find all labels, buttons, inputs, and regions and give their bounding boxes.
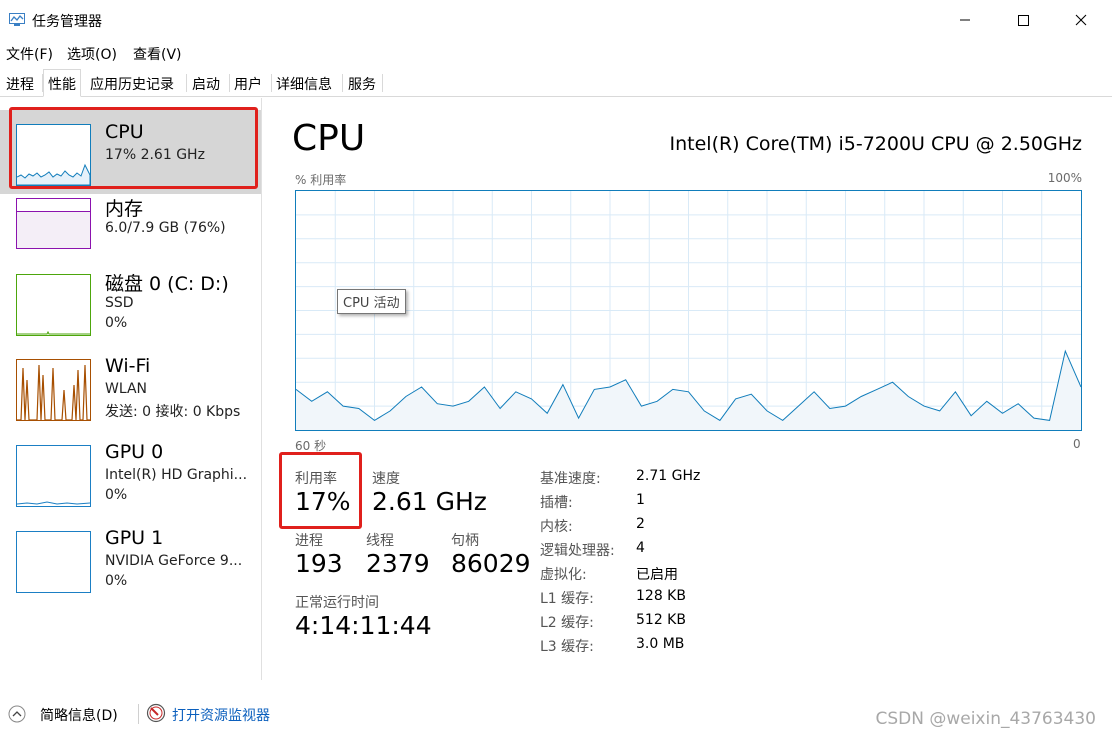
sidebar-item-name: Wi-Fi [105,355,151,377]
menu-view[interactable]: 查看(V) [133,44,182,64]
menu-bar: 文件(F) 选项(O) 查看(V) [0,40,1112,64]
tab-users[interactable]: 用户 [230,70,266,96]
threads-label: 线程 [366,533,394,549]
sidebar-item-name: 磁盘 0 (C: D:) [105,273,229,295]
info-value-logical-processors: 4 [636,540,645,556]
wifi-thumbnail-sparkline [17,364,90,420]
sidebar-item-detail: Intel(R) HD Graphi... [105,467,248,483]
info-value-base-speed: 2.71 GHz [636,468,701,484]
threads-value: 2379 [366,549,430,578]
sidebar-item-disk[interactable]: 磁盘 0 (C: D:) SSD 0% [0,270,261,354]
tab-separator [382,74,383,92]
tab-app-history[interactable]: 应用历史记录 [86,70,178,96]
close-button[interactable] [1052,0,1110,40]
maximize-button[interactable] [994,0,1052,40]
tab-startup[interactable]: 启动 [188,70,224,96]
window-title: 任务管理器 [32,14,102,30]
uptime-label: 正常运行时间 [295,595,379,611]
open-resource-monitor-link[interactable]: 打开资源监视器 [172,705,270,725]
processes-label: 进程 [295,533,323,549]
footer-divider [138,704,139,724]
sidebar-item-detail: SSD [105,295,134,311]
chevron-up-circle-icon[interactable] [8,705,26,723]
memory-fill [17,210,90,248]
sidebar-item-detail: 6.0/7.9 GB (76%) [105,220,226,236]
sidebar-item-gpu-1[interactable]: GPU 1 NVIDIA GeForce 9... 0% [0,527,261,611]
tab-performance[interactable]: 性能 [43,69,81,97]
sidebar-item-detail-2: 0% [105,573,128,589]
watermark: CSDN @weixin_43763430 [875,709,1096,729]
menu-options[interactable]: 选项(O) [67,44,117,64]
minimize-button[interactable] [936,0,994,40]
gpu0-thumbnail-graph [16,445,91,507]
gpu0-thumbnail-sparkline [17,501,90,505]
resource-monitor-icon[interactable] [146,703,166,723]
memory-thumbnail-graph [16,198,91,249]
close-icon [1075,14,1087,26]
menu-file[interactable]: 文件(F) [6,44,53,64]
cpu-highlight-box [9,107,258,189]
task-manager-icon [9,13,25,26]
info-label-base-speed: 基准速度: [540,471,601,487]
cpu-usage-graph[interactable] [295,190,1082,431]
title-bar: 任务管理器 [0,0,1112,40]
sidebar-item-memory[interactable]: 内存 6.0/7.9 GB (76%) [0,195,261,279]
sidebar-item-detail-2: 0% [105,487,128,503]
info-label-l1-cache: L1 缓存: [540,591,594,607]
cpu-model-name: Intel(R) Core(TM) i5-7200U CPU @ 2.50GHz [669,133,1083,155]
sidebar-item-name: GPU 1 [105,527,164,549]
tab-processes[interactable]: 进程 [2,70,38,96]
graph-y-axis-label: % 利用率 [295,173,347,187]
info-label-l2-cache: L2 缓存: [540,615,594,631]
sidebar-item-name: GPU 0 [105,441,164,463]
info-value-l3-cache: 3.0 MB [636,636,685,652]
sidebar-item-name: 内存 [105,198,144,220]
info-value-cores: 2 [636,516,645,532]
tab-services[interactable]: 服务 [344,70,380,96]
info-label-logical-processors: 逻辑处理器: [540,543,615,559]
gpu1-thumbnail-graph [16,531,91,593]
wifi-thumbnail-graph [16,359,91,421]
speed-label: 速度 [372,471,400,487]
sidebar-item-detail: WLAN [105,381,148,397]
info-value-sockets: 1 [636,492,645,508]
sidebar-item-detail-2: 0% [105,315,128,331]
processes-value: 193 [295,549,343,578]
tab-separator [186,74,187,92]
disk-thumbnail-sparkline [17,330,90,335]
page-title: CPU [292,118,366,159]
sidebar-item-wifi[interactable]: Wi-Fi WLAN 发送: 0 接收: 0 Kbps [0,355,261,439]
info-label-sockets: 插槽: [540,495,573,511]
disk-thumbnail-graph [16,274,91,336]
speed-value: 2.61 GHz [372,487,487,516]
maximize-icon [1018,15,1029,26]
graph-x-right-label: 0 [1073,437,1081,451]
info-label-cores: 内核: [540,519,573,535]
handles-value: 86029 [451,549,531,578]
info-value-virtualization: 已启用 [636,567,678,583]
utilization-highlight-box [279,452,362,529]
handles-label: 句柄 [451,533,479,549]
info-value-l2-cache: 512 KB [636,612,686,628]
tab-details[interactable]: 详细信息 [272,70,336,96]
sidebar-item-detail: NVIDIA GeForce 9... [105,553,243,569]
sidebar-item-detail-2: 发送: 0 接收: 0 Kbps [105,404,241,420]
tab-separator [342,74,343,92]
uptime-value: 4:14:11:44 [295,611,432,640]
brief-info-button[interactable]: 简略信息(D) [40,705,118,725]
graph-y-max-label: 100% [1047,171,1082,185]
cpu-usage-chart [295,191,1082,430]
sidebar-item-gpu-0[interactable]: GPU 0 Intel(R) HD Graphi... 0% [0,441,261,525]
info-label-l3-cache: L3 缓存: [540,639,594,655]
minimize-icon [960,19,970,21]
cpu-activity-tooltip: CPU 活动 [337,289,406,314]
tab-bar: 进程 性能 应用历史记录 启动 用户 详细信息 服务 [0,68,1112,97]
info-label-virtualization: 虚拟化: [540,567,587,583]
info-value-l1-cache: 128 KB [636,588,686,604]
